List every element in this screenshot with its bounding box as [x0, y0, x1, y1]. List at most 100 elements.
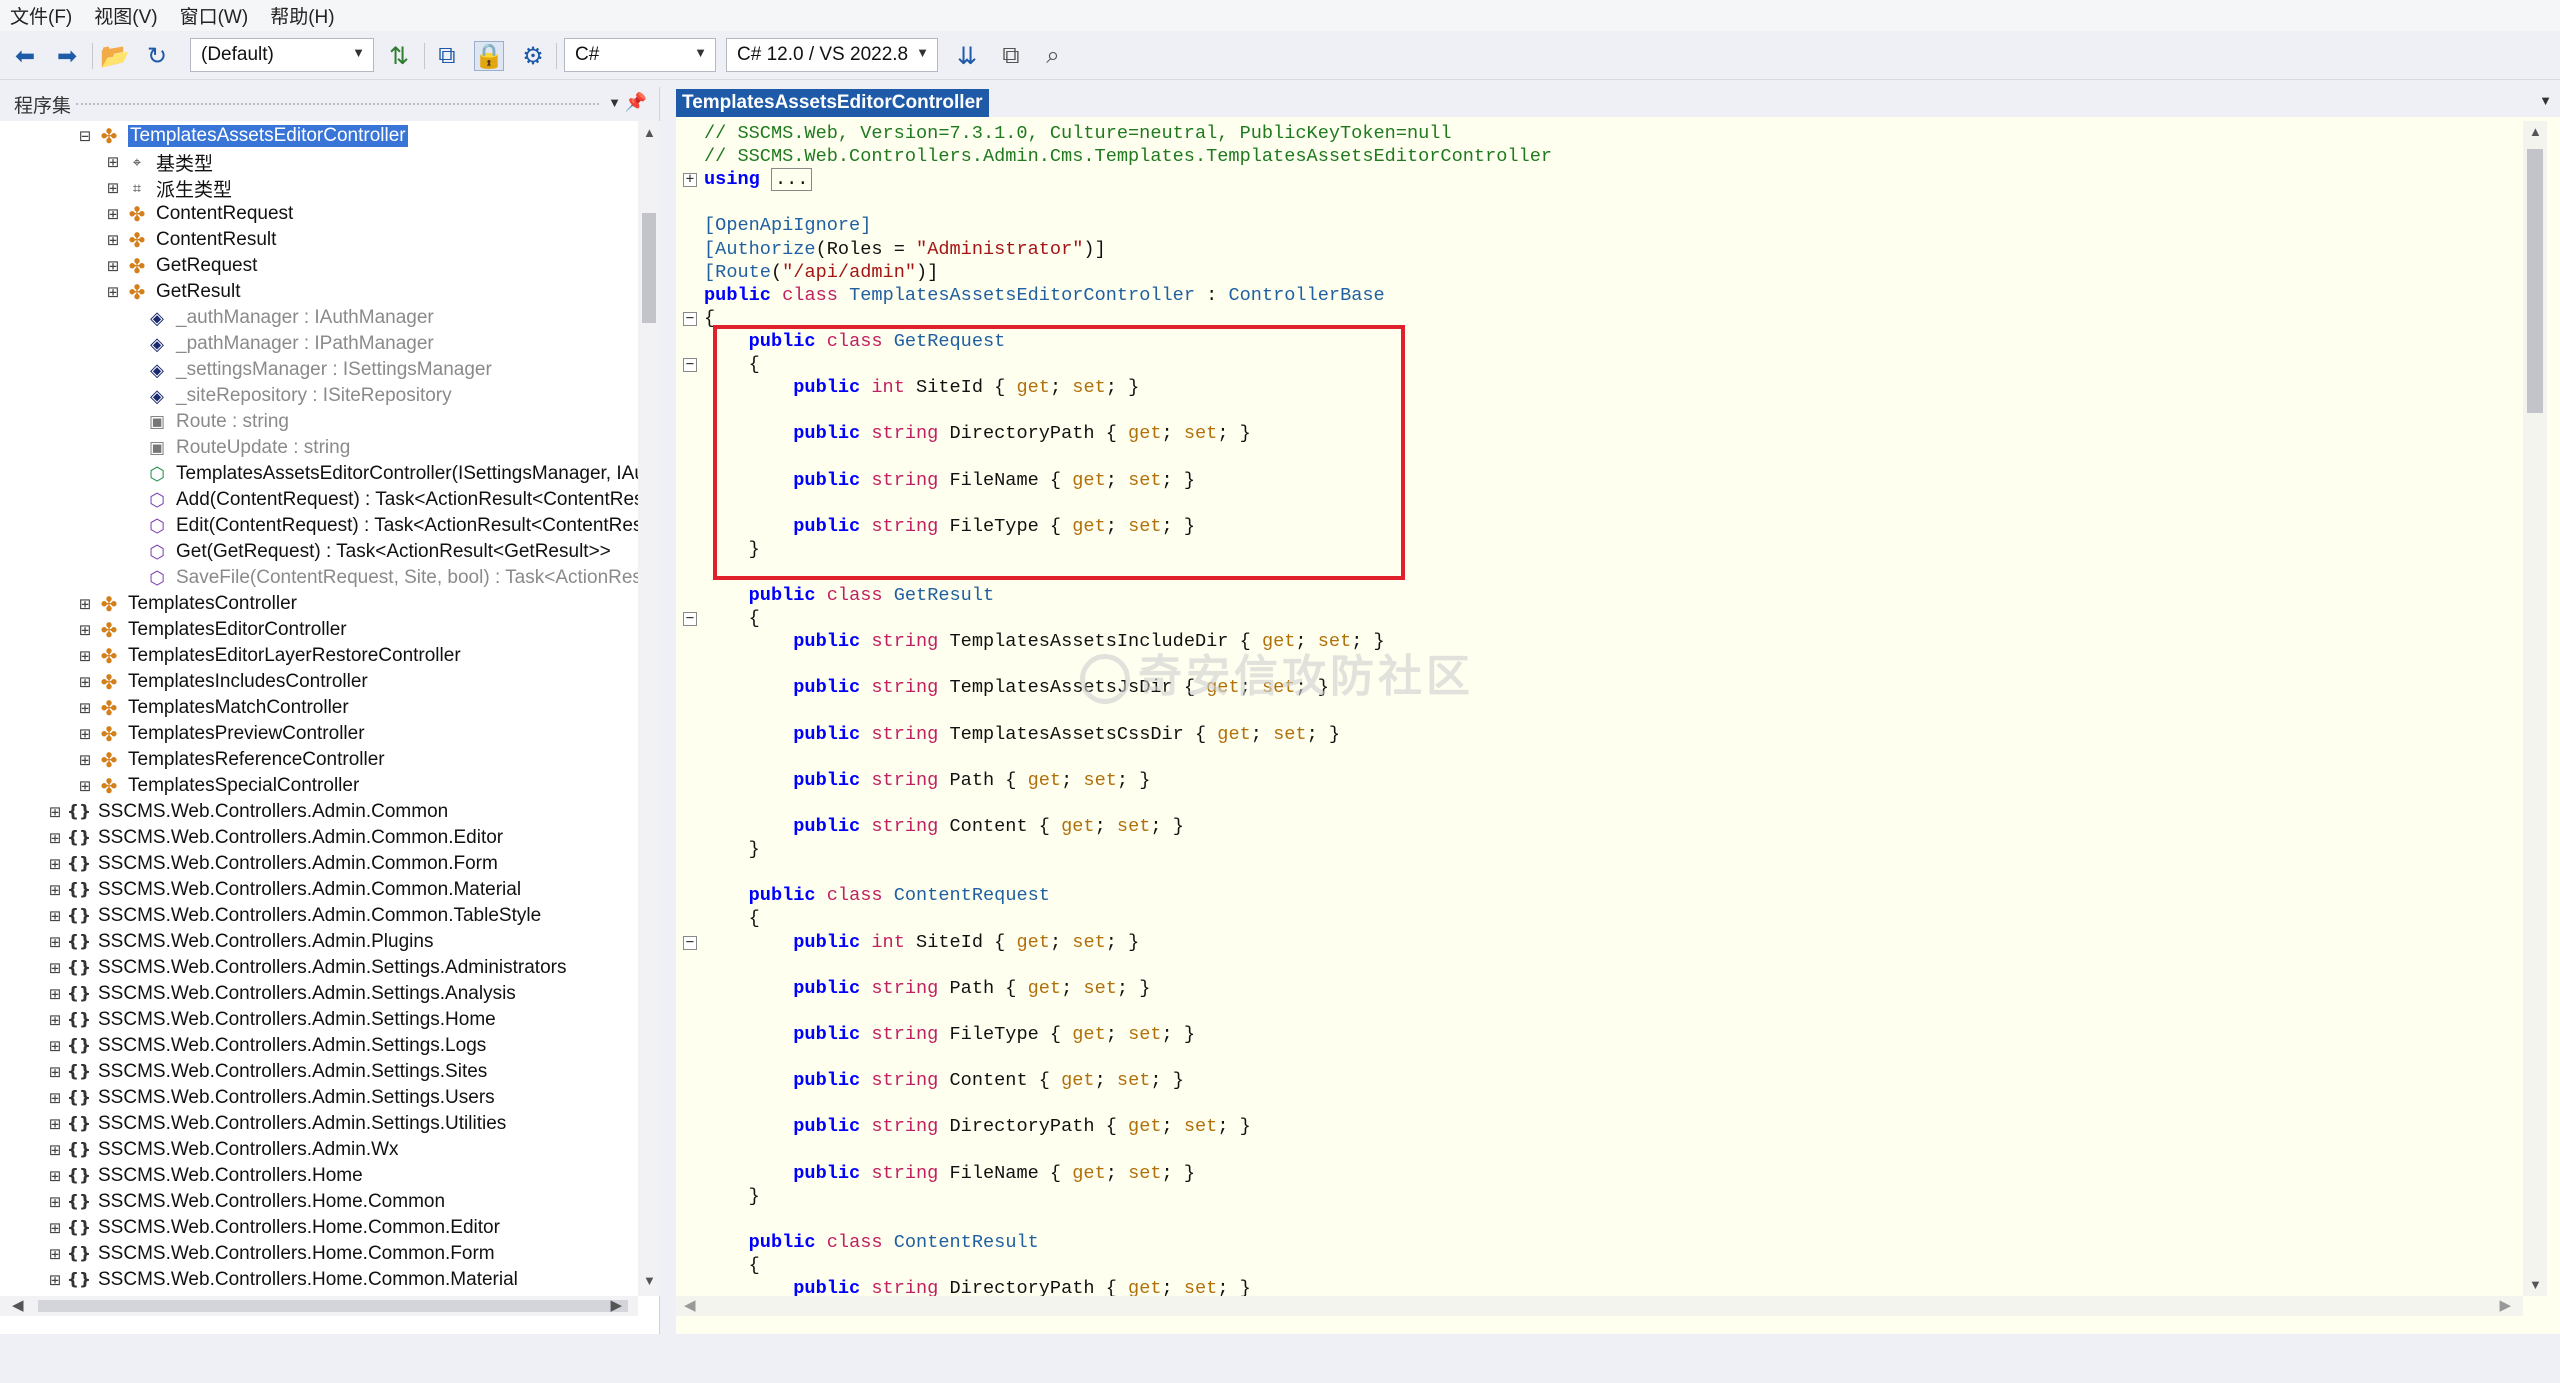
expand-icon[interactable]: ⊞ [48, 1169, 62, 1184]
expand-icon[interactable]: ⊞ [48, 857, 62, 872]
fold-expand-icon[interactable]: + [683, 172, 697, 188]
tree-node[interactable]: ⊞ {} SSCMS.Web.Controllers.Admin.Settings.… [48, 1059, 488, 1085]
tree-node[interactable]: ⊞ ⌖ 基类型 [106, 149, 213, 175]
tree-node[interactable]: ▣ Route : string [146, 409, 289, 435]
expand-icon[interactable]: ⊞ [48, 961, 62, 976]
expand-icon[interactable]: ⊞ [48, 1247, 62, 1262]
expand-icon[interactable]: ⊞ [106, 155, 120, 170]
expand-icon[interactable]: ⊞ [78, 675, 92, 690]
back-icon[interactable]: ⬅ [10, 41, 40, 71]
tree-node[interactable]: ⊞ ✤ TemplatesEditorController [78, 617, 347, 643]
show-internal-api-icon[interactable]: ⚙ [518, 41, 548, 71]
tree-node[interactable]: ⬡ TemplatesAssetsEditorController(ISettin… [146, 461, 638, 487]
assembly-tree-vscrollbar[interactable]: ▲ ▼ [638, 121, 660, 1296]
tree-node[interactable]: ⊞ {} SSCMS.Web.Controllers.Admin.Common [48, 799, 449, 825]
language-select[interactable]: C# ▼ [564, 38, 716, 72]
tree-node[interactable]: ⊟ ✤ TemplatesAssetsEditorController [78, 123, 408, 149]
expand-icon[interactable]: ⊞ [48, 1039, 62, 1054]
tree-node[interactable]: ⊞ ✤ TemplatesMatchController [78, 695, 349, 721]
tree-node[interactable]: ◈ _siteRepository : ISiteRepository [146, 383, 452, 409]
expand-icon[interactable]: ⊞ [78, 753, 92, 768]
tree-node[interactable]: ⊞ ✤ TemplatesReferenceController [78, 747, 385, 773]
profile-select[interactable]: (Default) ▼ [190, 38, 374, 72]
tree-node[interactable]: ⬡ Add(ContentRequest) : Task<ActionResult… [146, 487, 638, 513]
tree-node[interactable]: ⊞ {} SSCMS.Web.Controllers.Home.Common [48, 1189, 445, 1215]
scroll-up-icon[interactable]: ▲ [643, 125, 656, 140]
scroll-down-icon[interactable]: ▼ [2529, 1277, 2542, 1292]
tree-node[interactable]: ⊞ ✤ TemplatesEditorLayerRestoreController [78, 643, 461, 669]
tree-node[interactable]: ⊞ ✤ TemplatesPreviewController [78, 721, 365, 747]
expand-icon[interactable]: ⊞ [78, 701, 92, 716]
tree-node[interactable]: ▣ RouteUpdate : string [146, 435, 350, 461]
tree-node[interactable]: ⊞ ✤ TemplatesSpecialController [78, 773, 360, 799]
expand-icon[interactable]: ⊞ [48, 935, 62, 950]
tree-node[interactable]: ⊞ {} SSCMS.Web.Controllers.Admin.Settings.… [48, 981, 516, 1007]
expand-icon[interactable]: ⊞ [48, 1065, 62, 1080]
expand-icon[interactable]: ⊞ [48, 1221, 62, 1236]
forward-icon[interactable]: ➡ [52, 41, 82, 71]
tree-node[interactable]: ⊞ {} SSCMS.Web.Controllers.Admin.Common.Ta… [48, 903, 541, 929]
tree-node[interactable]: ⊞ ✤ TemplatesController [78, 591, 297, 617]
new-window-icon[interactable]: ⧉ [996, 41, 1026, 71]
menu-file[interactable]: 文件(F) [10, 2, 72, 29]
code-view[interactable]: // SSCMS.Web, Version=7.3.1.0, Culture=n… [676, 121, 2524, 1297]
expand-icon[interactable]: ⊞ [48, 831, 62, 846]
code-vscrollbar[interactable]: ▲ ▼ [2523, 121, 2547, 1296]
refresh-icon[interactable]: ↻ [142, 41, 172, 71]
tree-node[interactable]: ⊞ {} SSCMS.Web.Controllers.Admin.Common.Ed… [48, 825, 503, 851]
tree-node[interactable]: ⊞ {} SSCMS.Web.Controllers.Home.Common.For… [48, 1241, 495, 1267]
tree-node[interactable]: ⊞ {} SSCMS.Web.Controllers.Admin.Settings.… [48, 1111, 507, 1137]
tree-node[interactable]: ⊞ ✤ TemplatesIncludesController [78, 669, 368, 695]
expand-icon[interactable]: ⊞ [48, 805, 62, 820]
menu-view[interactable]: 视图(V) [94, 2, 157, 29]
tree-node[interactable]: ◈ _pathManager : IPathManager [146, 331, 434, 357]
tree-node[interactable]: ⊞ {} SSCMS.Web.Controllers.Home [48, 1163, 363, 1189]
expand-icon[interactable]: ⊞ [48, 1013, 62, 1028]
language-version-select[interactable]: C# 12.0 / VS 2022.8 ▼ [726, 38, 938, 72]
expand-icon[interactable]: ⊞ [48, 1273, 62, 1288]
tree-node[interactable]: ◈ _settingsManager : ISettingsManager [146, 357, 492, 383]
fold-collapse-icon[interactable]: − [683, 357, 697, 372]
expand-icon[interactable]: ⊞ [48, 1091, 62, 1106]
tree-node[interactable]: ⊞ ✤ ContentResult [106, 227, 277, 253]
assembly-tree-hscrollbar[interactable]: ◀ ▶ [0, 1296, 638, 1316]
manage-lists-icon[interactable]: ⇅ [384, 41, 414, 71]
expand-icon[interactable]: ⊞ [106, 259, 120, 274]
open-folder-icon[interactable]: 📂 [100, 41, 130, 71]
scroll-up-icon[interactable]: ▲ [2529, 124, 2542, 139]
expand-icon[interactable]: ⊞ [78, 779, 92, 794]
tree-node[interactable]: ⊞ ✤ ContentRequest [106, 201, 294, 227]
scroll-right-icon[interactable]: ▶ [610, 1296, 622, 1314]
scroll-left-icon[interactable]: ◀ [12, 1296, 24, 1314]
search-icon[interactable]: ⌕ [1038, 41, 1068, 71]
scroll-thumb[interactable] [2527, 149, 2543, 413]
scroll-down-icon[interactable]: ▼ [643, 1273, 656, 1288]
expand-icon[interactable]: ⊞ [78, 649, 92, 664]
sync-tree-icon[interactable]: ⧉ [432, 41, 462, 71]
expand-icon[interactable]: ⊞ [106, 207, 120, 222]
expand-icon[interactable]: ⊞ [48, 1143, 62, 1158]
scroll-right-icon[interactable]: ▶ [2499, 1296, 2511, 1314]
scroll-thumb[interactable] [642, 213, 656, 323]
expand-icon[interactable]: ⊞ [106, 181, 120, 196]
tree-node[interactable]: ⬡ Get(GetRequest) : Task<ActionResult<Get… [146, 539, 611, 565]
tree-node[interactable]: ⊞ {} SSCMS.Web.Controllers.Admin.Settings.… [48, 1007, 496, 1033]
code-hscrollbar[interactable]: ◀ ▶ [676, 1296, 2523, 1316]
expand-icon[interactable]: ⊞ [48, 909, 62, 924]
tree-node[interactable]: ⬡ SaveFile(ContentRequest, Site, bool) : … [146, 565, 638, 591]
tree-node[interactable]: ⊞ {} SSCMS.Web.Controllers.Admin.Settings.… [48, 1085, 495, 1111]
expand-icon[interactable]: ⊞ [48, 1195, 62, 1210]
collapsed-region-button[interactable]: ... [770, 168, 813, 192]
tree-node[interactable]: ⊞ ⌗ 派生类型 [106, 175, 232, 201]
tab-templates-assets-editor-controller[interactable]: TemplatesAssetsEditorController [676, 89, 989, 117]
menu-help[interactable]: 帮助(H) [270, 2, 334, 29]
scroll-left-icon[interactable]: ◀ [684, 1296, 696, 1314]
tree-node[interactable]: ⊞ {} SSCMS.Web.Controllers.Admin.Settings.… [48, 1033, 487, 1059]
tree-node[interactable]: ⊞ {} SSCMS.Web.Controllers.Home.Common.Mat… [48, 1267, 518, 1293]
expand-icon[interactable]: ⊞ [48, 883, 62, 898]
panel-menu-chevron-icon[interactable]: ▼ [608, 95, 621, 110]
tree-node[interactable]: ⊞ {} SSCMS.Web.Controllers.Admin.Plugins [48, 929, 434, 955]
tree-node[interactable]: ⬡ Edit(ContentRequest) : Task<ActionResul… [146, 513, 638, 539]
fold-collapse-icon[interactable]: − [683, 311, 697, 326]
fold-collapse-icon[interactable]: − [683, 611, 697, 627]
